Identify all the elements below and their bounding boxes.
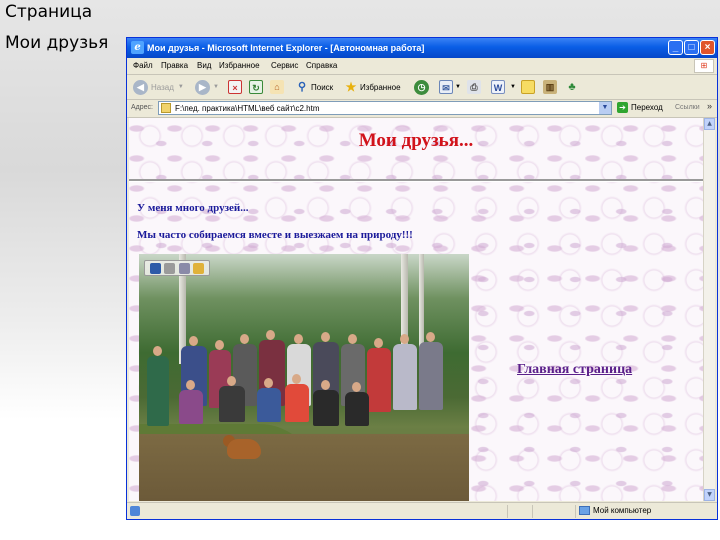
mail-dropdown-icon[interactable]: ▼ xyxy=(455,84,461,90)
mail-button[interactable]: ✉ ▼ xyxy=(439,78,461,96)
address-bar: Адрес: F:\пед. практика\HTML\веб сайт\c2… xyxy=(127,100,717,118)
browser-window: e Мои друзья - Microsoft Internet Explor… xyxy=(126,37,718,520)
dog xyxy=(227,439,261,459)
zone-label: Мой компьютер xyxy=(593,506,652,515)
print-button[interactable]: ⎙ xyxy=(467,78,483,96)
scroll-up-icon[interactable]: ▲ xyxy=(704,118,715,130)
links-button[interactable]: Ссылки xyxy=(675,104,700,111)
window-title: Мои друзья - Microsoft Internet Explorer… xyxy=(147,43,425,53)
page-status-icon xyxy=(130,506,140,516)
address-value: F:\пед. практика\HTML\веб сайт\c2.htm xyxy=(175,104,320,113)
history-button[interactable]: ◷ xyxy=(414,78,432,96)
title-bar[interactable]: e Мои друзья - Microsoft Internet Explor… xyxy=(127,38,717,58)
favorites-button[interactable]: ★ Избранное xyxy=(344,78,401,96)
research-book-icon: ▥ xyxy=(543,80,557,94)
scroll-down-icon[interactable]: ▼ xyxy=(704,489,715,501)
vertical-scrollbar[interactable]: ▲ ▼ xyxy=(703,118,715,501)
forward-button[interactable]: ▶ ▼ xyxy=(195,78,219,96)
page-heading: Мои друзья... xyxy=(358,130,474,151)
go-label: Переход xyxy=(631,103,663,112)
status-divider xyxy=(575,505,576,518)
search-label: Поиск xyxy=(311,82,334,92)
security-zone: Мой компьютер xyxy=(579,506,651,515)
home-icon: ⌂ xyxy=(270,80,284,94)
slide-title-line1: Страница xyxy=(5,2,93,22)
menu-bar: Файл Правка Вид Избранное Сервис Справка… xyxy=(127,58,717,75)
minimize-button[interactable]: _ xyxy=(668,40,683,55)
menu-favorites[interactable]: Избранное xyxy=(219,61,260,70)
image-toolbar xyxy=(144,260,210,276)
back-label: Назад xyxy=(151,82,174,92)
edit-button[interactable]: W ▼ xyxy=(491,78,516,96)
group-of-people xyxy=(145,330,465,438)
status-divider xyxy=(507,505,508,518)
birch-tree xyxy=(401,254,408,344)
menu-file[interactable]: Файл xyxy=(133,61,153,70)
open-folder-icon[interactable] xyxy=(193,262,205,274)
discuss-button[interactable] xyxy=(521,78,537,96)
mail-icon: ✉ xyxy=(439,80,453,94)
menu-tools[interactable]: Сервис xyxy=(271,61,298,70)
page-icon xyxy=(161,103,171,113)
windows-logo-icon: ⊞ xyxy=(694,59,714,73)
address-input[interactable]: F:\пед. практика\HTML\веб сайт\c2.htm ▼ xyxy=(158,101,612,115)
go-button[interactable]: ➔ Переход xyxy=(617,102,663,113)
page-content: Мои друзья... У меня много друзей... Мы … xyxy=(129,118,703,501)
address-dropdown-icon[interactable]: ▼ xyxy=(599,102,611,114)
back-dropdown-icon[interactable]: ▼ xyxy=(178,84,184,90)
menu-help[interactable]: Справка xyxy=(306,61,337,70)
back-arrow-icon: ◀ xyxy=(133,79,148,95)
group-photo xyxy=(139,254,469,501)
computer-icon xyxy=(579,506,590,515)
paragraph-friends: У меня много друзей... xyxy=(137,202,249,214)
status-divider xyxy=(532,505,533,518)
slide-title-line2: Мои друзья xyxy=(5,33,109,53)
discuss-note-icon xyxy=(521,80,535,94)
favorites-star-icon: ★ xyxy=(345,80,357,94)
favorites-label: Избранное xyxy=(360,82,401,92)
messenger-button[interactable]: ♣ xyxy=(565,78,581,96)
ground xyxy=(139,434,469,501)
search-button[interactable]: ⚲ Поиск xyxy=(295,78,333,96)
refresh-icon: ↻ xyxy=(249,80,263,94)
print-image-icon[interactable] xyxy=(164,262,176,274)
menu-edit[interactable]: Правка xyxy=(161,61,188,70)
paragraph-nature: Мы часто собираемся вместе и выезжаем на… xyxy=(137,229,413,241)
horizontal-rule xyxy=(129,179,703,182)
close-button[interactable]: × xyxy=(700,40,715,55)
word-edit-icon: W xyxy=(491,80,505,94)
messenger-people-icon: ♣ xyxy=(568,81,576,93)
stop-icon: × xyxy=(228,80,242,94)
home-button[interactable]: ⌂ xyxy=(270,78,286,96)
save-image-icon[interactable] xyxy=(149,262,161,274)
home-page-link[interactable]: Главная страница xyxy=(517,362,632,378)
forward-dropdown-icon[interactable]: ▼ xyxy=(213,84,219,90)
status-bar: Мой компьютер xyxy=(127,502,717,520)
edit-dropdown-icon[interactable]: ▼ xyxy=(510,84,516,90)
menu-view[interactable]: Вид xyxy=(197,61,211,70)
stop-button[interactable]: × xyxy=(228,78,244,96)
refresh-button[interactable]: ↻ xyxy=(249,78,265,96)
research-button[interactable]: ▥ xyxy=(543,78,559,96)
print-icon: ⎙ xyxy=(467,80,481,94)
mail-image-icon[interactable] xyxy=(178,262,190,274)
search-icon: ⚲ xyxy=(297,81,307,93)
toolbar: ◀ Назад ▼ ▶ ▼ × ↻ ⌂ ⚲ Поиск ★ Избранное … xyxy=(127,75,717,100)
maximize-button[interactable]: □ xyxy=(684,40,699,55)
back-button[interactable]: ◀ Назад ▼ xyxy=(133,78,184,96)
go-arrow-icon: ➔ xyxy=(617,102,628,113)
address-label: Адрес: xyxy=(131,104,153,111)
ie-icon: e xyxy=(131,41,144,54)
chevron-right-icon[interactable]: » xyxy=(707,101,712,111)
forward-arrow-icon: ▶ xyxy=(195,79,210,95)
history-icon: ◷ xyxy=(414,79,429,95)
